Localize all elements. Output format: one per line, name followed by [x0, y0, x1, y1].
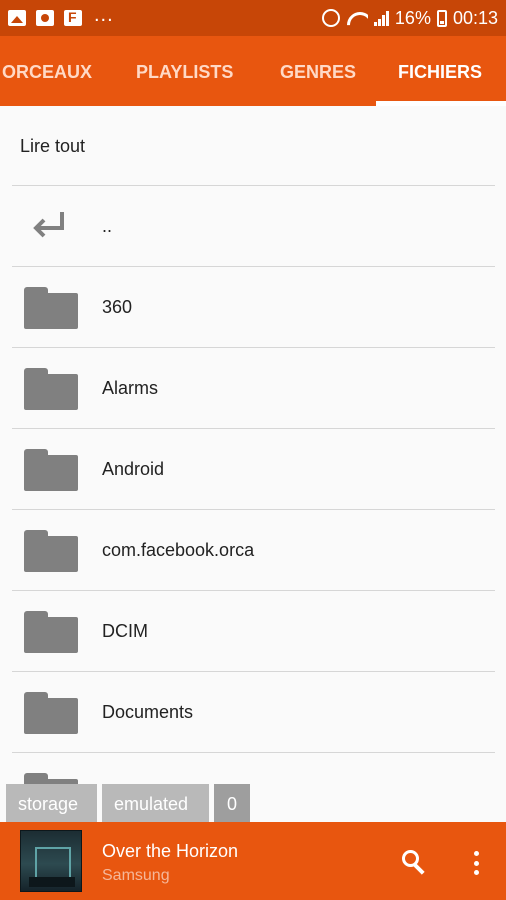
- folder-row[interactable]: Documents: [12, 672, 495, 753]
- folder-icon: [24, 692, 78, 734]
- folder-icon: [24, 287, 78, 329]
- parent-directory-label: ..: [102, 216, 113, 236]
- return-arrow-icon: [33, 212, 64, 238]
- now-playing-bar[interactable]: Over the Horizon Samsung: [0, 822, 506, 900]
- status-bar: ... 16% 00:13: [0, 0, 506, 36]
- track-artist: Samsung: [102, 867, 170, 884]
- more-notifications-indicator: ...: [94, 3, 114, 26]
- folder-name: com.facebook.orca: [102, 540, 255, 560]
- folder-row[interactable]: DCIM: [12, 591, 495, 672]
- signal-icon: [373, 10, 389, 26]
- album-art[interactable]: [20, 830, 82, 892]
- breadcrumb-current[interactable]: 0: [214, 784, 250, 824]
- camera-notification-icon: [36, 10, 54, 26]
- folder-icon: [24, 368, 78, 410]
- folder-row[interactable]: Android: [12, 429, 495, 510]
- tab-morceaux[interactable]: ORCEAUX: [2, 36, 92, 106]
- track-title: Over the Horizon: [102, 841, 239, 861]
- play-all-button[interactable]: Lire tout: [12, 106, 495, 186]
- folder-icon: [24, 611, 78, 653]
- battery-percent: 16%: [394, 7, 431, 28]
- flipboard-notification-icon: [64, 9, 82, 26]
- wifi-icon: [346, 10, 368, 26]
- more-options-icon[interactable]: [466, 848, 486, 878]
- parent-directory-row[interactable]: ..: [12, 186, 495, 267]
- folder-icon: [24, 449, 78, 491]
- gallery-notification-icon: [8, 10, 26, 26]
- folder-row[interactable]: com.facebook.orca: [12, 510, 495, 591]
- breadcrumb-emulated[interactable]: emulated: [102, 784, 209, 824]
- folder-name: Android: [102, 459, 165, 479]
- file-list: Lire tout .. 360 Alarms Android com.face…: [12, 106, 495, 834]
- folder-name: 360: [102, 297, 133, 317]
- battery-icon: [436, 9, 447, 27]
- tab-fichiers[interactable]: FICHIERS: [398, 36, 482, 106]
- search-icon[interactable]: [400, 848, 430, 878]
- folder-icon: [24, 530, 78, 572]
- tab-playlists[interactable]: PLAYLISTS: [136, 36, 233, 106]
- clock: 00:13: [452, 7, 498, 28]
- breadcrumb-storage[interactable]: storage: [6, 784, 97, 824]
- alarm-icon: [321, 9, 340, 27]
- tab-genres[interactable]: GENRES: [280, 36, 356, 106]
- folder-name: Alarms: [102, 378, 159, 398]
- breadcrumb: storage emulated 0: [6, 784, 250, 824]
- tab-bar: ORCEAUX PLAYLISTS GENRES FICHIERS: [0, 36, 506, 106]
- folder-row[interactable]: 360: [12, 267, 495, 348]
- folder-row[interactable]: Alarms: [12, 348, 495, 429]
- folder-name: Documents: [102, 702, 194, 722]
- folder-name: DCIM: [102, 621, 148, 641]
